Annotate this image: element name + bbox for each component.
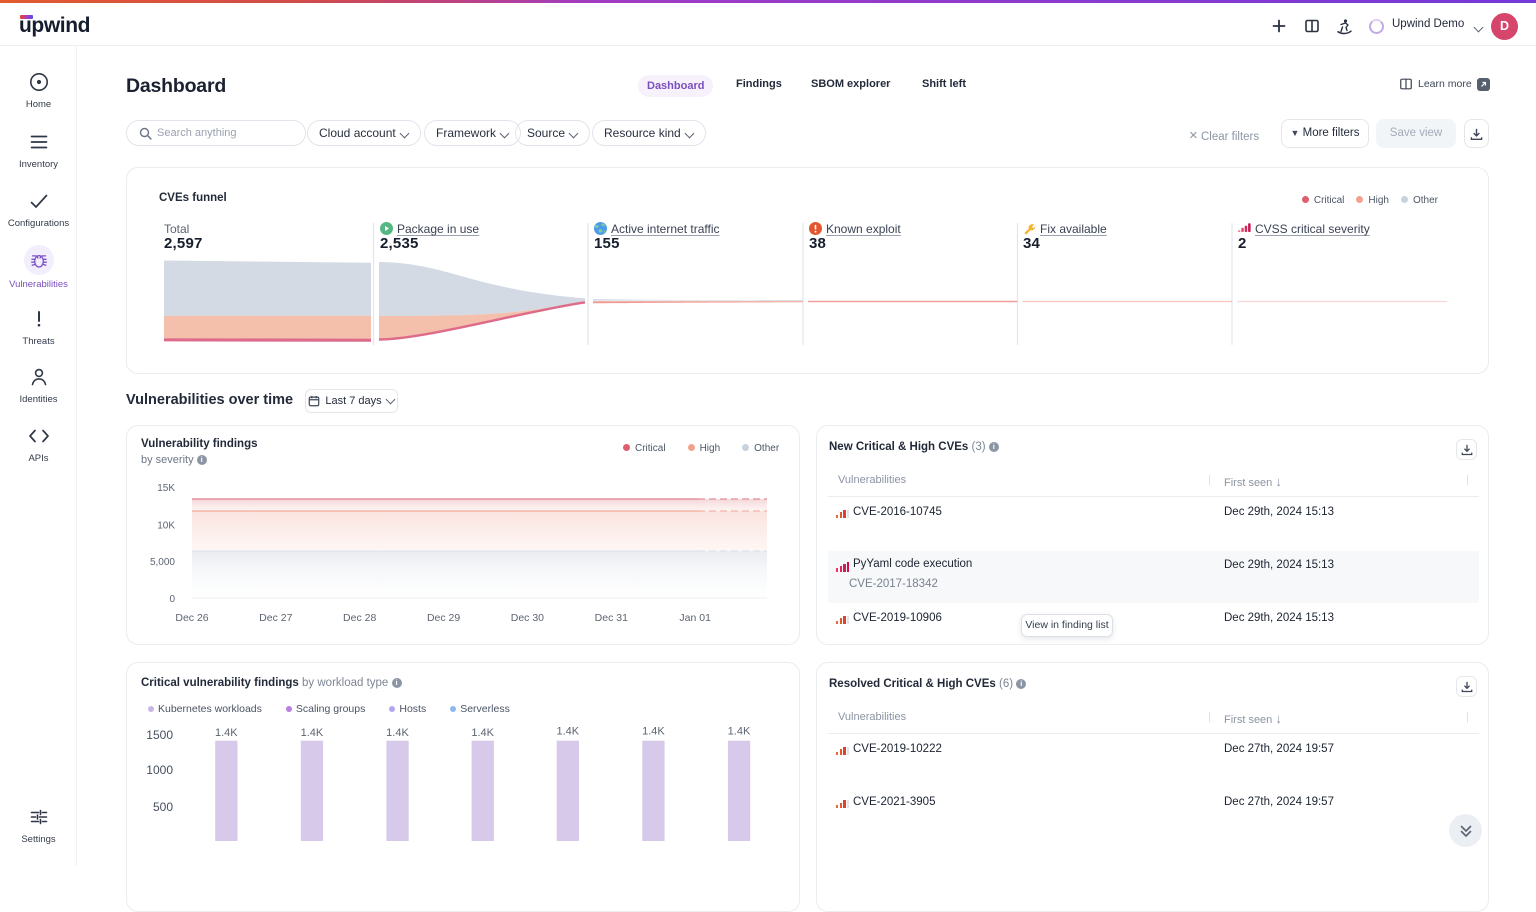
- svg-text:Dec 27: Dec 27: [259, 612, 292, 624]
- svg-text:0: 0: [169, 594, 175, 605]
- svg-text:10K: 10K: [157, 521, 175, 532]
- svg-text:1000: 1000: [146, 763, 173, 777]
- svg-text:1.4K: 1.4K: [642, 726, 665, 738]
- svg-text:Dec 29: Dec 29: [427, 612, 460, 624]
- svg-text:5,000: 5,000: [150, 557, 175, 568]
- svg-text:1.4K: 1.4K: [471, 727, 494, 739]
- svg-text:1.4K: 1.4K: [728, 726, 751, 738]
- svg-text:1.4K: 1.4K: [215, 727, 238, 739]
- svg-text:15K: 15K: [157, 483, 175, 494]
- svg-text:500: 500: [153, 800, 173, 814]
- svg-text:Dec 26: Dec 26: [175, 612, 208, 624]
- svg-text:1500: 1500: [146, 728, 173, 742]
- svg-text:Jan 01: Jan 01: [679, 612, 711, 624]
- svg-text:Dec 28: Dec 28: [343, 612, 376, 624]
- svg-text:1.4K: 1.4K: [386, 727, 409, 739]
- svg-text:Dec 31: Dec 31: [595, 612, 628, 624]
- svg-text:Dec 30: Dec 30: [511, 612, 544, 624]
- svg-text:1.4K: 1.4K: [556, 726, 579, 738]
- svg-text:1.4K: 1.4K: [301, 727, 324, 739]
